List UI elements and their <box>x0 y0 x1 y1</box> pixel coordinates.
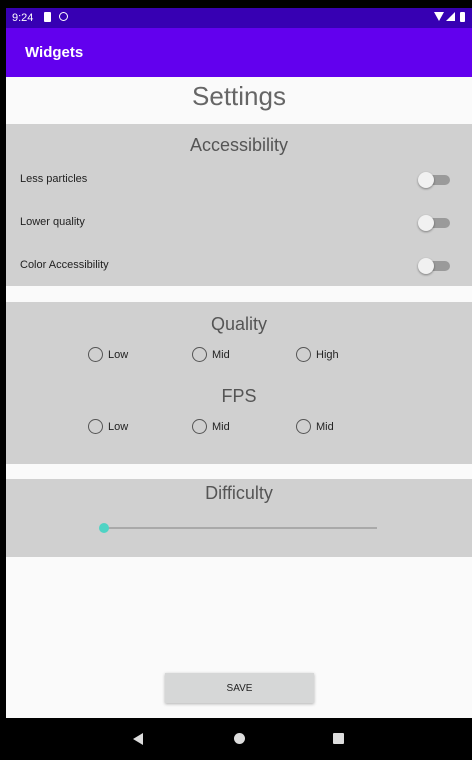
recents-icon[interactable] <box>333 733 344 744</box>
switch-thumb <box>418 172 434 188</box>
radio-circle-icon <box>296 347 311 362</box>
sd-card-icon <box>44 12 51 22</box>
quality-title: Quality <box>210 314 268 334</box>
fps-title: FPS <box>221 386 257 406</box>
accessibility-panel: Accessibility Less particles Lower quali… <box>6 124 472 286</box>
main-content: Settings Accessibility Less particles Lo… <box>6 77 472 718</box>
quality-mid-label: Mid <box>212 349 230 361</box>
app-title: Widgets <box>25 44 84 61</box>
slider-thumb[interactable] <box>99 523 109 533</box>
fps-low-label: Low <box>108 421 129 433</box>
quality-fps-panel: Quality Low Mid High FPS Low Mid Mid <box>6 302 472 464</box>
status-time: 9:24 <box>12 12 34 24</box>
switch-thumb <box>418 258 434 274</box>
battery-icon <box>460 12 465 22</box>
radio-circle-icon <box>296 419 311 434</box>
page-title: Settings <box>192 81 286 111</box>
save-button[interactable]: SAVE <box>165 673 314 703</box>
back-icon[interactable] <box>133 733 143 745</box>
status-bar: 9:24 <box>6 8 472 28</box>
slider-track <box>103 527 377 529</box>
radio-circle-icon <box>192 419 207 434</box>
sync-icon <box>59 12 68 21</box>
radio-circle-icon <box>88 347 103 362</box>
less-particles-switch[interactable] <box>418 172 450 188</box>
toggle-row-lower-quality: Lower quality <box>6 208 472 238</box>
app-bar: Widgets <box>6 28 472 77</box>
quality-high-label: High <box>316 349 339 361</box>
difficulty-panel: Difficulty <box>6 479 472 557</box>
device-screen: 9:24 Widgets Settings Accessibility Less… <box>6 8 472 760</box>
radio-circle-icon <box>88 419 103 434</box>
switch-thumb <box>418 215 434 231</box>
home-icon[interactable] <box>234 733 245 744</box>
difficulty-title: Difficulty <box>205 483 273 503</box>
navigation-bar <box>6 718 472 760</box>
fps-mid-2-label: Mid <box>316 421 334 433</box>
less-particles-label: Less particles <box>20 173 88 185</box>
quality-low-label: Low <box>108 349 129 361</box>
radio-circle-icon <box>192 347 207 362</box>
lower-quality-label: Lower quality <box>20 216 85 228</box>
lower-quality-switch[interactable] <box>418 215 450 231</box>
difficulty-slider[interactable] <box>99 523 377 533</box>
fps-mid-label: Mid <box>212 421 230 433</box>
toggle-row-less-particles: Less particles <box>6 165 472 195</box>
signal-icon <box>446 12 455 21</box>
accessibility-title: Accessibility <box>189 135 289 155</box>
toggle-row-color-accessibility: Color Accessibility <box>6 251 472 281</box>
wifi-icon <box>434 12 444 21</box>
color-accessibility-switch[interactable] <box>418 258 450 274</box>
color-accessibility-label: Color Accessibility <box>20 259 109 271</box>
